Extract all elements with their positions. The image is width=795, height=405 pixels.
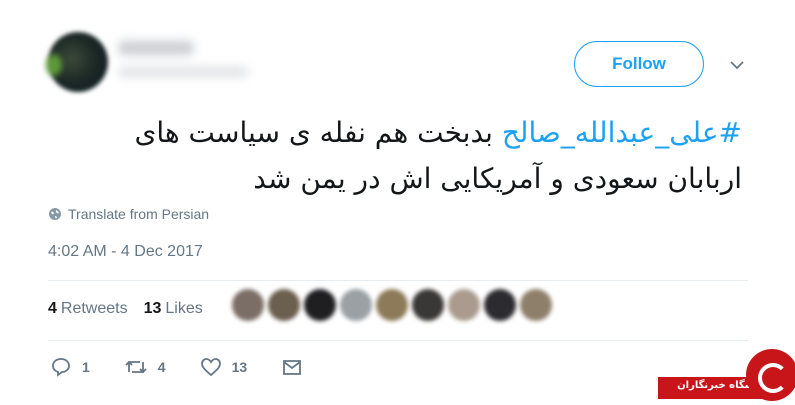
avatar[interactable]: [48, 32, 108, 92]
translate-label[interactable]: Translate from Persian: [68, 206, 209, 222]
retweet-icon: [125, 360, 147, 374]
tweet-text: #علی_عبدالله_صالح بدبخت هم نفله ی سیاست …: [70, 110, 742, 202]
hashtag-link[interactable]: #علی_عبدالله_صالح: [502, 116, 742, 149]
like-count: 13: [231, 359, 248, 375]
globe-icon: [49, 208, 61, 220]
tweet-timestamp[interactable]: 4:02 AM - 4 Dec 2017: [48, 243, 203, 261]
liker-avatars: [232, 289, 556, 321]
liker-avatar[interactable]: [448, 289, 480, 321]
direct-message-button[interactable]: [281, 356, 303, 378]
likes-stat[interactable]: 13 Likes: [144, 300, 203, 318]
retweets-label: Retweets: [60, 300, 128, 317]
liker-avatar[interactable]: [484, 289, 516, 321]
retweets-count: 4: [48, 300, 57, 317]
like-button[interactable]: 13: [200, 356, 248, 378]
chevron-down-icon[interactable]: [729, 57, 745, 73]
liker-avatar[interactable]: [412, 289, 444, 321]
retweets-stat[interactable]: 4 Retweets: [48, 300, 128, 318]
liker-avatar[interactable]: [520, 289, 552, 321]
liker-avatar[interactable]: [304, 289, 336, 321]
likes-count: 13: [143, 300, 162, 317]
liker-avatar[interactable]: [232, 289, 264, 321]
retweet-count: 4: [157, 359, 166, 375]
likes-label: Likes: [165, 300, 203, 317]
heart-icon: [200, 358, 221, 377]
tweet-stats: 4 Retweets 13 Likes: [48, 300, 219, 318]
divider: [48, 280, 748, 281]
liker-avatar[interactable]: [340, 289, 372, 321]
news-agency-logo: باشگاه خبرنگاران: [658, 349, 795, 405]
reply-icon: [52, 358, 70, 377]
tweet-actions: 1 4 13: [50, 356, 337, 378]
retweet-button[interactable]: 4: [124, 356, 166, 378]
liker-avatar[interactable]: [376, 289, 408, 321]
follow-button[interactable]: Follow: [574, 41, 704, 87]
divider: [48, 340, 748, 341]
reply-button[interactable]: 1: [50, 356, 90, 378]
liker-avatar[interactable]: [268, 289, 300, 321]
reply-count: 1: [82, 359, 90, 375]
translate-link[interactable]: Translate from Persian: [48, 206, 209, 222]
message-icon: [283, 360, 302, 375]
user-name-blurred[interactable]: [118, 35, 248, 77]
